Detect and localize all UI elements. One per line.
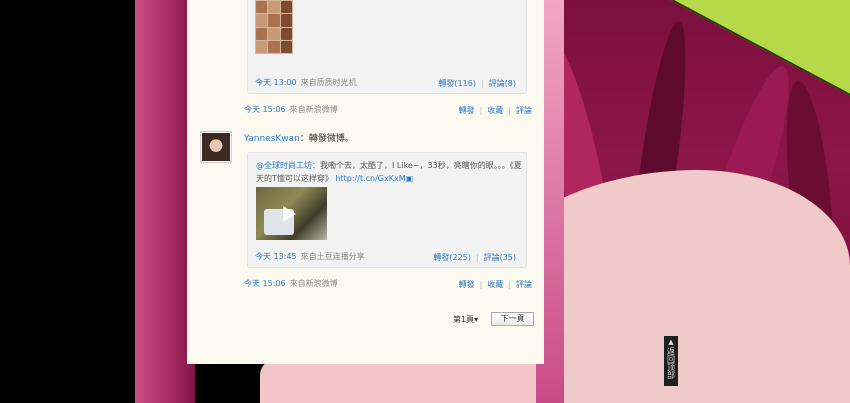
repost-button[interactable]: 轉發: [459, 280, 475, 289]
timestamp-link[interactable]: 今天 13:45: [255, 252, 297, 261]
post-meta: 今天 15:06 來自新浪微博: [244, 278, 338, 289]
source-label: 來自质质时光机: [300, 78, 357, 87]
repost-button[interactable]: 轉發: [459, 106, 475, 115]
comment-button[interactable]: 評論: [516, 280, 532, 289]
source-label: 來自新浪微博: [289, 105, 338, 114]
repost-button[interactable]: 轉發(225): [433, 253, 471, 262]
short-url-link[interactable]: http://t.cn/GxKxM: [335, 174, 405, 183]
author-name-link[interactable]: YannesKwan: [244, 134, 300, 144]
quoted-post: 今天 13:00 來自质质时光机 轉發(116) | 評論(8): [247, 0, 527, 94]
favorite-button[interactable]: 收藏: [487, 106, 503, 115]
post-text: ：轉發微博。: [299, 134, 354, 144]
video-thumbnail[interactable]: [256, 187, 327, 240]
timestamp-link[interactable]: 今天 13:00: [255, 78, 297, 87]
arrow-up-icon: ▲: [668, 338, 674, 346]
video-link-icon: ▣: [405, 174, 414, 183]
back-to-top-label: 返回顶部: [666, 347, 676, 379]
favorite-button[interactable]: 收藏: [487, 280, 503, 289]
background-hair-left: [135, 0, 195, 403]
feed-panel: 今天 13:00 來自质质时光机 轉發(116) | 評論(8) 今天 15:06 來自…: [187, 0, 544, 364]
play-icon: [283, 206, 296, 222]
post-header: YannesKwan：轉發微博。: [244, 131, 354, 144]
timestamp-link[interactable]: 今天 15:06: [244, 105, 286, 114]
mention-link[interactable]: @全球时尚工坊: [256, 161, 312, 170]
quoted-meta: 今天 13:45 來自土豆连播分享: [255, 251, 365, 262]
quoted-text-block: @全球时尚工坊：我嘞个去，太酷了，I Like~，33秒，亮瞎你的眼。。。《夏天…: [256, 159, 522, 185]
quoted-post: @全球时尚工坊：我嘞个去，太酷了，I Like~，33秒，亮瞎你的眼。。。《夏天…: [247, 152, 527, 268]
comment-button[interactable]: 評論: [516, 106, 532, 115]
timestamp-link[interactable]: 今天 15:06: [244, 279, 286, 288]
repost-button[interactable]: 轉發(116): [438, 79, 476, 88]
back-to-top-button[interactable]: ▲ 返回顶部: [664, 336, 678, 386]
avatar[interactable]: [200, 131, 232, 163]
quoted-actions: 轉發(116) | 評論(8): [438, 79, 516, 88]
source-label: 來自土豆连播分享: [300, 252, 365, 261]
source-label: 來自新浪微博: [289, 279, 338, 288]
quoted-actions: 轉發(225) | 評論(35): [433, 253, 516, 262]
page-select[interactable]: 第1頁▾: [453, 314, 478, 325]
comment-button[interactable]: 評論(35): [484, 253, 516, 262]
post-actions: 轉發 | 收藏 | 評論: [458, 106, 532, 115]
comment-button[interactable]: 評論(8): [489, 79, 516, 88]
quoted-meta: 今天 13:00 來自质质时光机: [255, 77, 357, 88]
post-actions: 轉發 | 收藏 | 評論: [458, 280, 532, 289]
next-page-button[interactable]: 下一頁: [491, 312, 534, 326]
photo-collage-thumbnail[interactable]: [255, 0, 293, 54]
post-meta: 今天 15:06 來自新浪微博: [244, 104, 338, 115]
